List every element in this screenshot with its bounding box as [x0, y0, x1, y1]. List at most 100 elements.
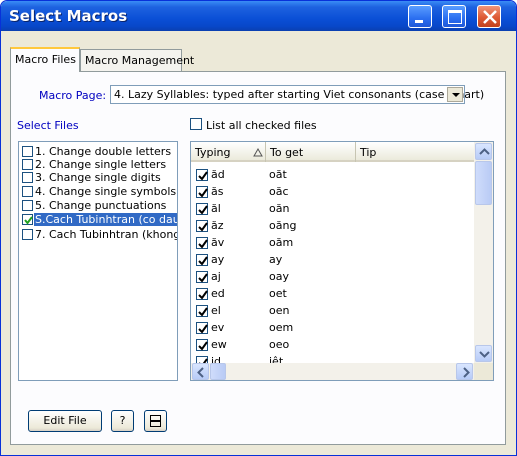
checkmark-icon: [198, 205, 208, 215]
checkmark-icon: [198, 171, 208, 181]
file-label: 7. Cach Tubinhtran (khong da: [35, 228, 178, 241]
table-row[interactable]: ew oeo: [191, 336, 474, 353]
checkmark-icon: [198, 239, 208, 249]
dropdown-button[interactable]: [447, 87, 463, 102]
to-get-cell: oăt: [269, 168, 287, 181]
help-label: ?: [119, 414, 126, 427]
typing-cell: ed: [211, 287, 225, 300]
horizontal-scroll-thumb[interactable]: [210, 363, 226, 380]
row-checkbox[interactable]: [196, 322, 208, 334]
close-icon: [483, 10, 497, 24]
typing-cell: ăv: [211, 236, 225, 249]
table-row[interactable]: ăv oăm: [191, 234, 474, 251]
row-checkbox[interactable]: [196, 220, 208, 232]
file-checkbox[interactable]: [22, 146, 33, 157]
table-row[interactable]: ăd oăt: [191, 166, 474, 183]
row-checkbox[interactable]: [196, 305, 208, 317]
close-button[interactable]: [477, 5, 501, 28]
maximize-button[interactable]: [442, 5, 466, 28]
table-row[interactable]: ăl oăn: [191, 200, 474, 217]
minimize-button[interactable]: [408, 5, 432, 28]
checkmark-icon: [198, 290, 208, 300]
column-header-typing[interactable]: Typing: [191, 142, 266, 162]
typing-cell: ev: [211, 321, 225, 334]
table-row[interactable]: aj oay: [191, 268, 474, 285]
to-get-cell: oem: [269, 321, 294, 334]
checkmark-icon: [198, 222, 208, 232]
table-row[interactable]: ăz oăng: [191, 217, 474, 234]
scroll-up-button[interactable]: [475, 143, 492, 160]
title-bar[interactable]: Select Macros: [1, 1, 516, 31]
typing-cell: ew: [211, 338, 227, 351]
column-header-to-get[interactable]: To get: [266, 142, 356, 162]
horizontal-scrollbar[interactable]: [191, 363, 474, 380]
checkmark-icon: [198, 307, 208, 317]
typing-cell: ăl: [211, 202, 221, 215]
window-title: Select Macros: [9, 7, 128, 25]
file-list[interactable]: 1. Change double letters 2. Change singl…: [18, 141, 178, 381]
table-row[interactable]: ed oet: [191, 285, 474, 302]
file-checkbox[interactable]: [22, 172, 33, 183]
chevron-down-icon: [452, 93, 460, 97]
chevron-left-icon: [197, 367, 204, 378]
file-label: 5. Change punctuations: [35, 199, 167, 212]
row-checkbox[interactable]: [196, 169, 208, 181]
scroll-down-button[interactable]: [475, 345, 492, 362]
column-header-tip[interactable]: Tip: [356, 142, 474, 162]
chevron-up-icon: [479, 148, 490, 155]
file-checkbox[interactable]: [22, 159, 33, 170]
split-layout-icon: [150, 415, 161, 427]
scrollbar-corner: [474, 363, 493, 380]
to-get-cell: oăm: [269, 236, 294, 249]
vertical-scrollbar[interactable]: [474, 142, 493, 363]
list-all-checkbox[interactable]: [190, 118, 202, 130]
list-all-label: List all checked files: [206, 119, 317, 132]
help-button[interactable]: ?: [111, 410, 134, 432]
file-checkbox[interactable]: [22, 214, 33, 225]
typing-cell: aj: [211, 270, 221, 283]
row-checkbox[interactable]: [196, 288, 208, 300]
checkmark-icon: [24, 216, 33, 225]
typing-cell: ăs: [211, 185, 224, 198]
tab-macro-management[interactable]: Macro Management: [80, 49, 194, 71]
checkmark-icon: [198, 273, 208, 283]
table-row[interactable]: el oen: [191, 302, 474, 319]
row-checkbox[interactable]: [196, 339, 208, 351]
macro-grid[interactable]: Typing To get Tip ăd oăt ăs oăc ăl oăn ă…: [190, 141, 494, 381]
table-row[interactable]: ăs oăc: [191, 183, 474, 200]
file-checkbox[interactable]: [22, 186, 33, 197]
scroll-right-button[interactable]: [456, 363, 473, 380]
layout-toggle-button[interactable]: [144, 410, 167, 432]
to-get-cell: oay: [269, 270, 289, 283]
file-label: 3. Change single digits: [35, 171, 161, 184]
macro-page-select[interactable]: 4. Lazy Syllables: typed after starting …: [110, 85, 484, 104]
to-get-cell: ay: [269, 253, 283, 266]
tab-macro-files[interactable]: Macro Files: [10, 47, 80, 72]
to-get-cell: oăng: [269, 219, 297, 232]
file-label: 4. Change single symbols: [35, 185, 177, 198]
to-get-cell: oet: [269, 287, 287, 300]
row-checkbox[interactable]: [196, 237, 208, 249]
typing-cell: ăz: [211, 219, 224, 232]
checkmark-icon: [198, 324, 208, 334]
column-label: Typing: [195, 146, 231, 159]
row-checkbox[interactable]: [196, 254, 208, 266]
grid-header: Typing To get Tip: [191, 142, 474, 162]
vertical-scroll-thumb[interactable]: [475, 161, 492, 205]
select-macros-window: Select Macros Macro Files Macro Manageme…: [0, 0, 517, 456]
table-row[interactable]: ay ay: [191, 251, 474, 268]
to-get-cell: oeo: [269, 338, 290, 351]
typing-cell: ăd: [211, 168, 225, 181]
file-checkbox[interactable]: [22, 200, 33, 211]
edit-file-button[interactable]: Edit File: [28, 410, 102, 432]
row-checkbox[interactable]: [196, 203, 208, 215]
row-checkbox[interactable]: [196, 186, 208, 198]
file-label: S.Cach Tubinhtran (co dau): [34, 213, 177, 226]
chevron-down-icon: [479, 351, 490, 358]
row-checkbox[interactable]: [196, 271, 208, 283]
file-checkbox[interactable]: [22, 229, 33, 240]
scroll-left-button[interactable]: [192, 363, 209, 380]
to-get-cell: oen: [269, 304, 290, 317]
checkmark-icon: [198, 341, 208, 351]
table-row[interactable]: ev oem: [191, 319, 474, 336]
